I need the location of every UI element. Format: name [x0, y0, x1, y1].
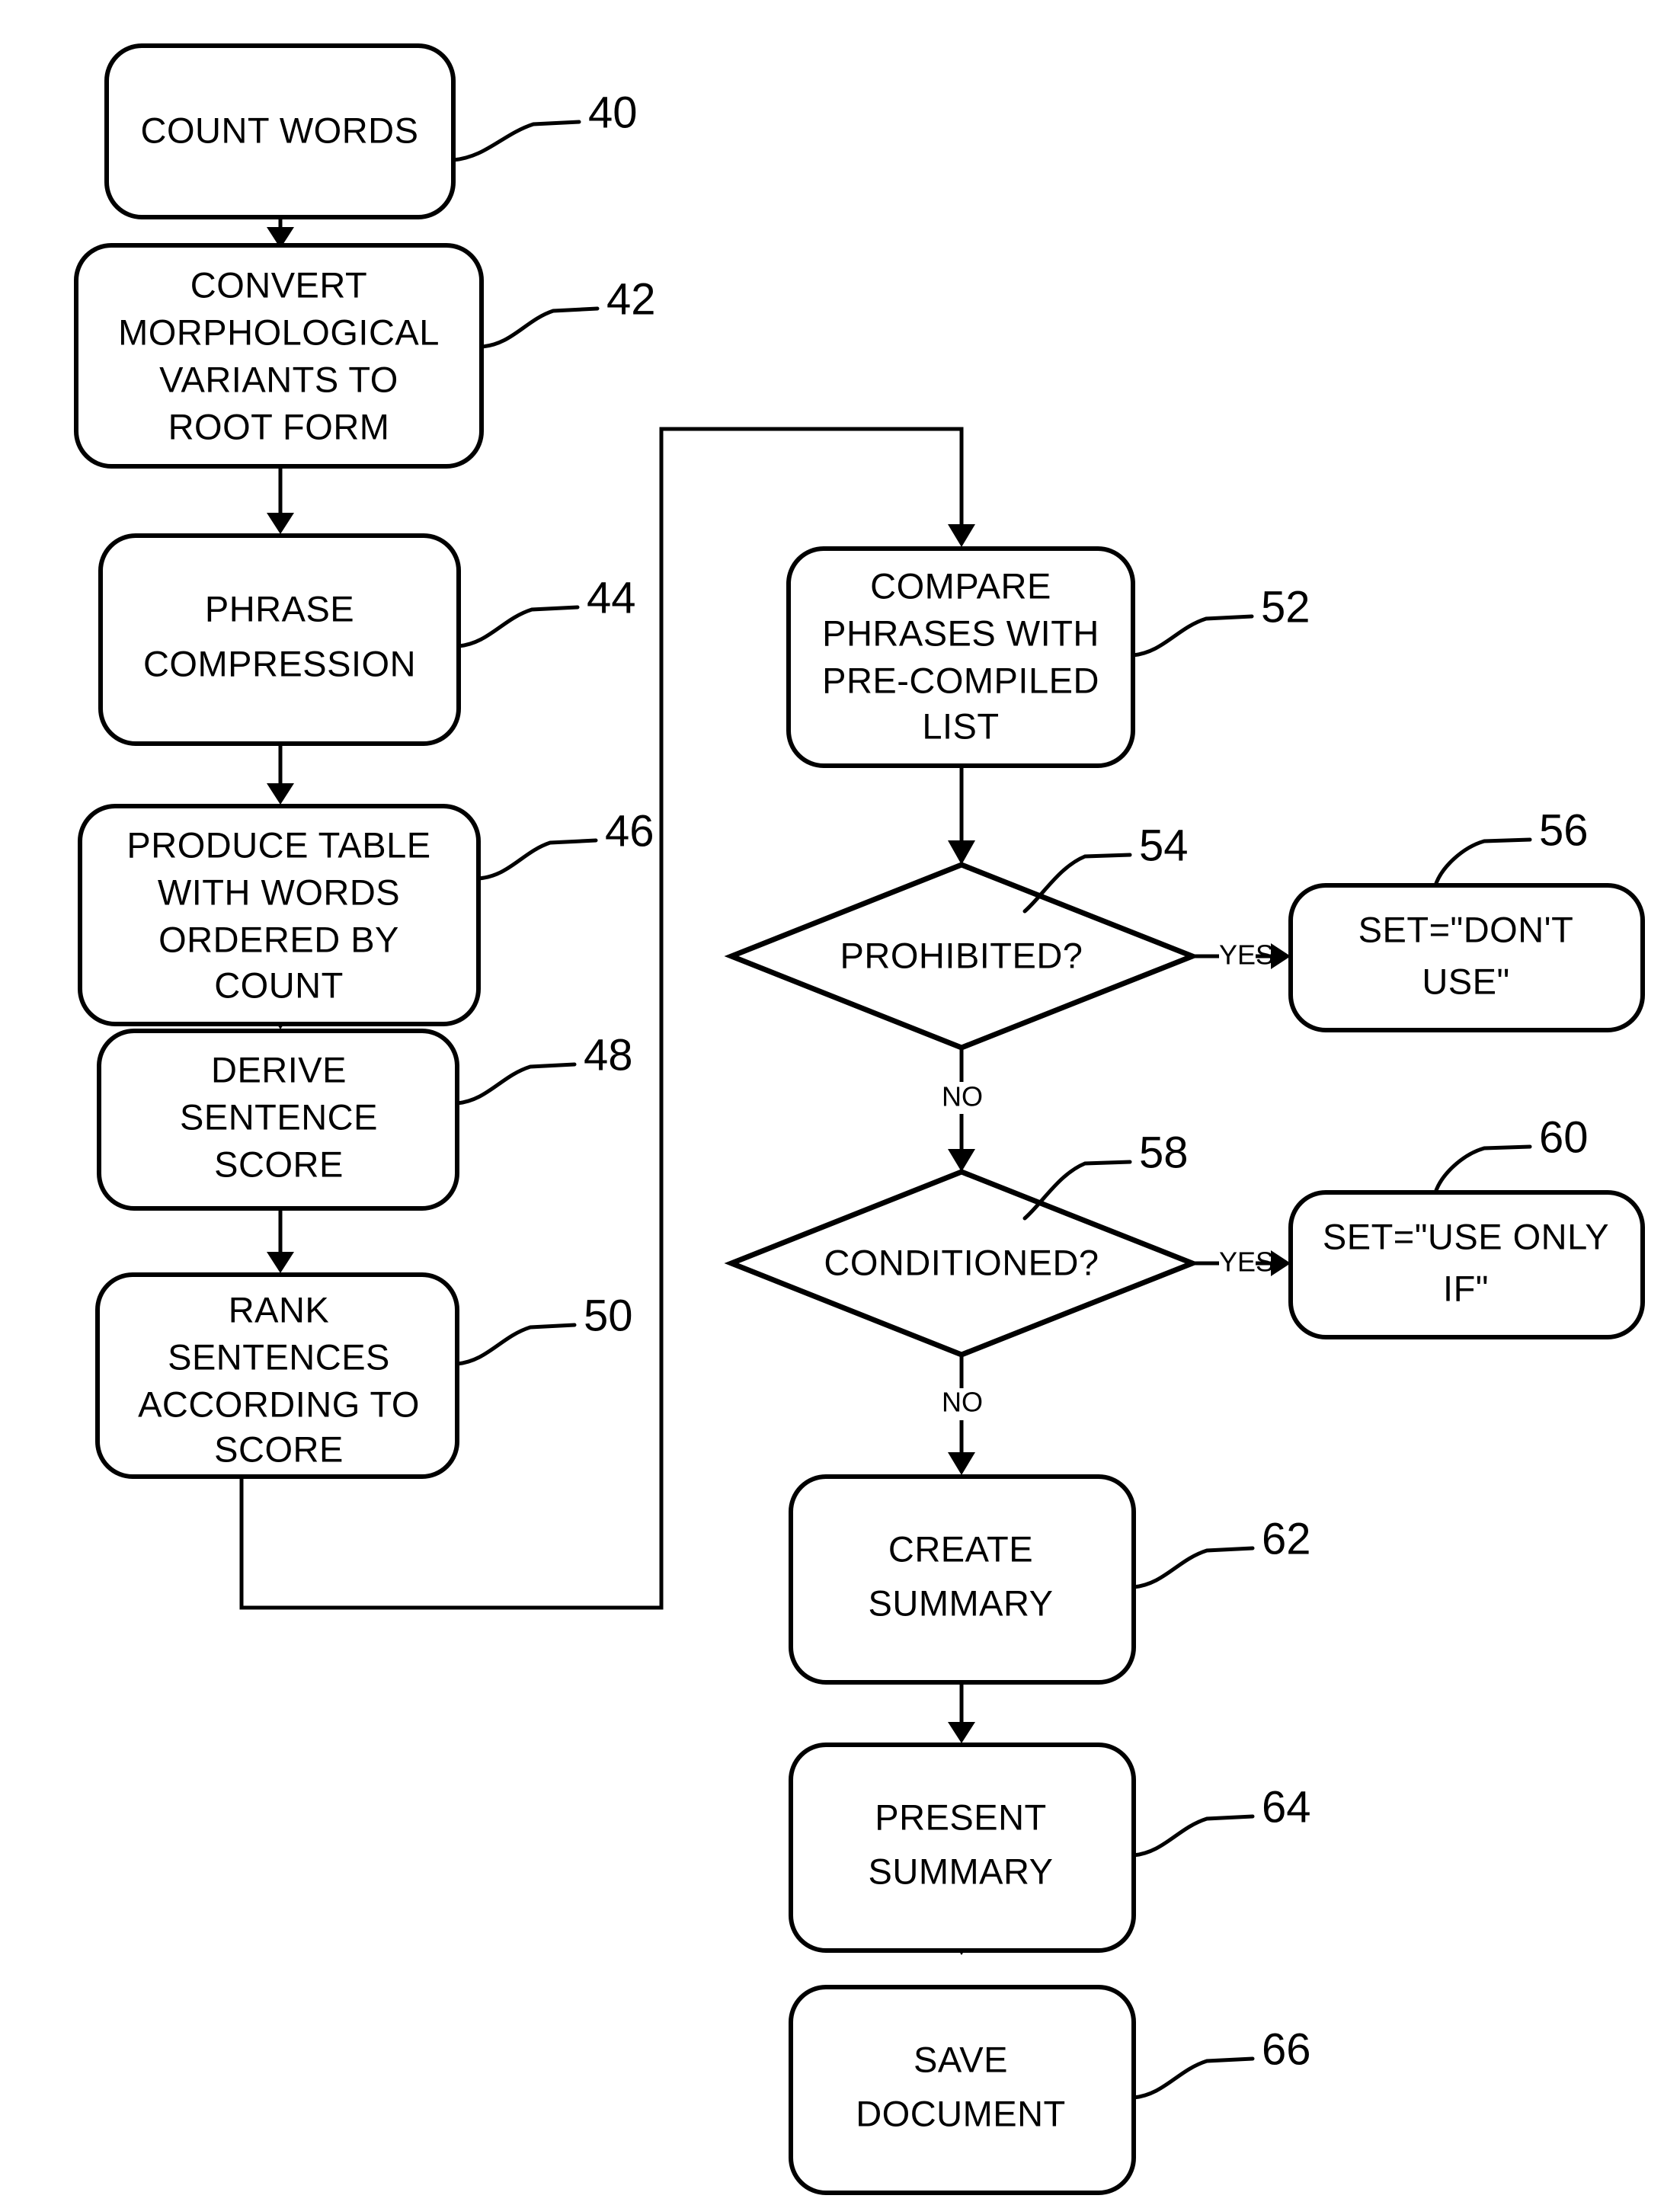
- node-set-use-only-if-line-0: SET="USE ONLY: [1323, 1216, 1609, 1256]
- node-save-document-shape[interactable]: [789, 1985, 1136, 2195]
- node-produce-table-line-2: ORDERED BY: [158, 919, 399, 959]
- node-phrase-compression-shape[interactable]: [98, 533, 461, 746]
- node-create-summary-line-1: SUMMARY: [869, 1583, 1054, 1623]
- node-convert-line-2: VARIANTS TO: [159, 359, 398, 399]
- node-count-words-line-0: COUNT WORDS: [141, 110, 419, 150]
- node-phrase-compression-line-1: COMPRESSION: [143, 643, 416, 683]
- node-rank-line-2: ACCORDING TO: [138, 1384, 420, 1424]
- node-save-document-line-0: SAVE: [914, 2039, 1008, 2079]
- ref-num-60: 60: [1539, 1112, 1589, 1162]
- node-set-dont-use-line-1: USE": [1422, 961, 1509, 1001]
- ref-num-40: 40: [588, 88, 638, 137]
- node-derive-line-1: SENTENCE: [180, 1096, 378, 1137]
- node-set-use-only-if-line-1: IF": [1443, 1268, 1489, 1308]
- node-present-summary-shape[interactable]: [789, 1743, 1136, 1953]
- ref-num-42: 42: [606, 274, 656, 324]
- node-produce-table-line-0: PRODUCE TABLE: [126, 824, 430, 865]
- branch-label-conditioned-yes: YES: [1219, 1247, 1274, 1278]
- node-present-summary-line-0: PRESENT: [875, 1797, 1047, 1837]
- node-compare-line-0: COMPARE: [870, 565, 1051, 606]
- ref-num-56: 56: [1539, 805, 1589, 855]
- ref-num-62: 62: [1262, 1514, 1311, 1563]
- node-set-use-only-if-shape[interactable]: [1288, 1190, 1645, 1339]
- ref-num-54: 54: [1139, 821, 1189, 870]
- node-derive-line-0: DERIVE: [211, 1049, 347, 1090]
- ref-num-48: 48: [584, 1030, 633, 1080]
- node-save-document-line-1: DOCUMENT: [856, 2093, 1066, 2133]
- ref-num-50: 50: [584, 1291, 633, 1340]
- ref-num-58: 58: [1139, 1128, 1189, 1177]
- ref-num-66: 66: [1262, 2024, 1311, 2074]
- ref-num-64: 64: [1262, 1782, 1311, 1832]
- node-rank-line-0: RANK: [229, 1289, 330, 1330]
- node-derive-line-2: SCORE: [214, 1144, 344, 1184]
- node-compare-line-3: LIST: [922, 706, 999, 746]
- node-rank-line-1: SENTENCES: [168, 1336, 390, 1377]
- node-phrase-compression-line-0: PHRASE: [205, 588, 354, 629]
- node-compare-line-1: PHRASES WITH: [822, 613, 1099, 653]
- node-create-summary-shape[interactable]: [789, 1474, 1136, 1685]
- branch-label-conditioned-no: NO: [942, 1387, 983, 1418]
- node-set-dont-use-shape[interactable]: [1288, 883, 1645, 1032]
- node-convert-line-3: ROOT FORM: [168, 406, 390, 446]
- node-convert-line-1: MORPHOLOGICAL: [118, 312, 440, 352]
- node-prohibited-label: PROHIBITED?: [840, 935, 1083, 975]
- ref-num-46: 46: [605, 806, 654, 856]
- node-compare-line-2: PRE-COMPILED: [822, 660, 1099, 700]
- node-produce-table-line-3: COUNT: [214, 965, 344, 1005]
- flowchart-canvas: COUNT WORDS 40 CONVERT MORPHOLOGICAL VAR…: [0, 0, 1680, 2205]
- ref-num-44: 44: [587, 573, 636, 622]
- branch-label-prohibited-no: NO: [942, 1081, 983, 1112]
- patent-figure: COUNT WORDS 40 CONVERT MORPHOLOGICAL VAR…: [0, 0, 1680, 2205]
- node-present-summary-line-1: SUMMARY: [869, 1851, 1054, 1891]
- node-produce-table-line-1: WITH WORDS: [158, 872, 400, 912]
- node-conditioned-label: CONDITIONED?: [824, 1242, 1099, 1282]
- ref-num-52: 52: [1261, 582, 1310, 632]
- node-create-summary-line-0: CREATE: [888, 1528, 1033, 1569]
- branch-label-prohibited-yes: YES: [1219, 939, 1274, 971]
- node-rank-line-3: SCORE: [214, 1429, 344, 1469]
- node-set-dont-use-line-0: SET="DON'T: [1358, 909, 1574, 949]
- node-convert-line-0: CONVERT: [190, 264, 367, 305]
